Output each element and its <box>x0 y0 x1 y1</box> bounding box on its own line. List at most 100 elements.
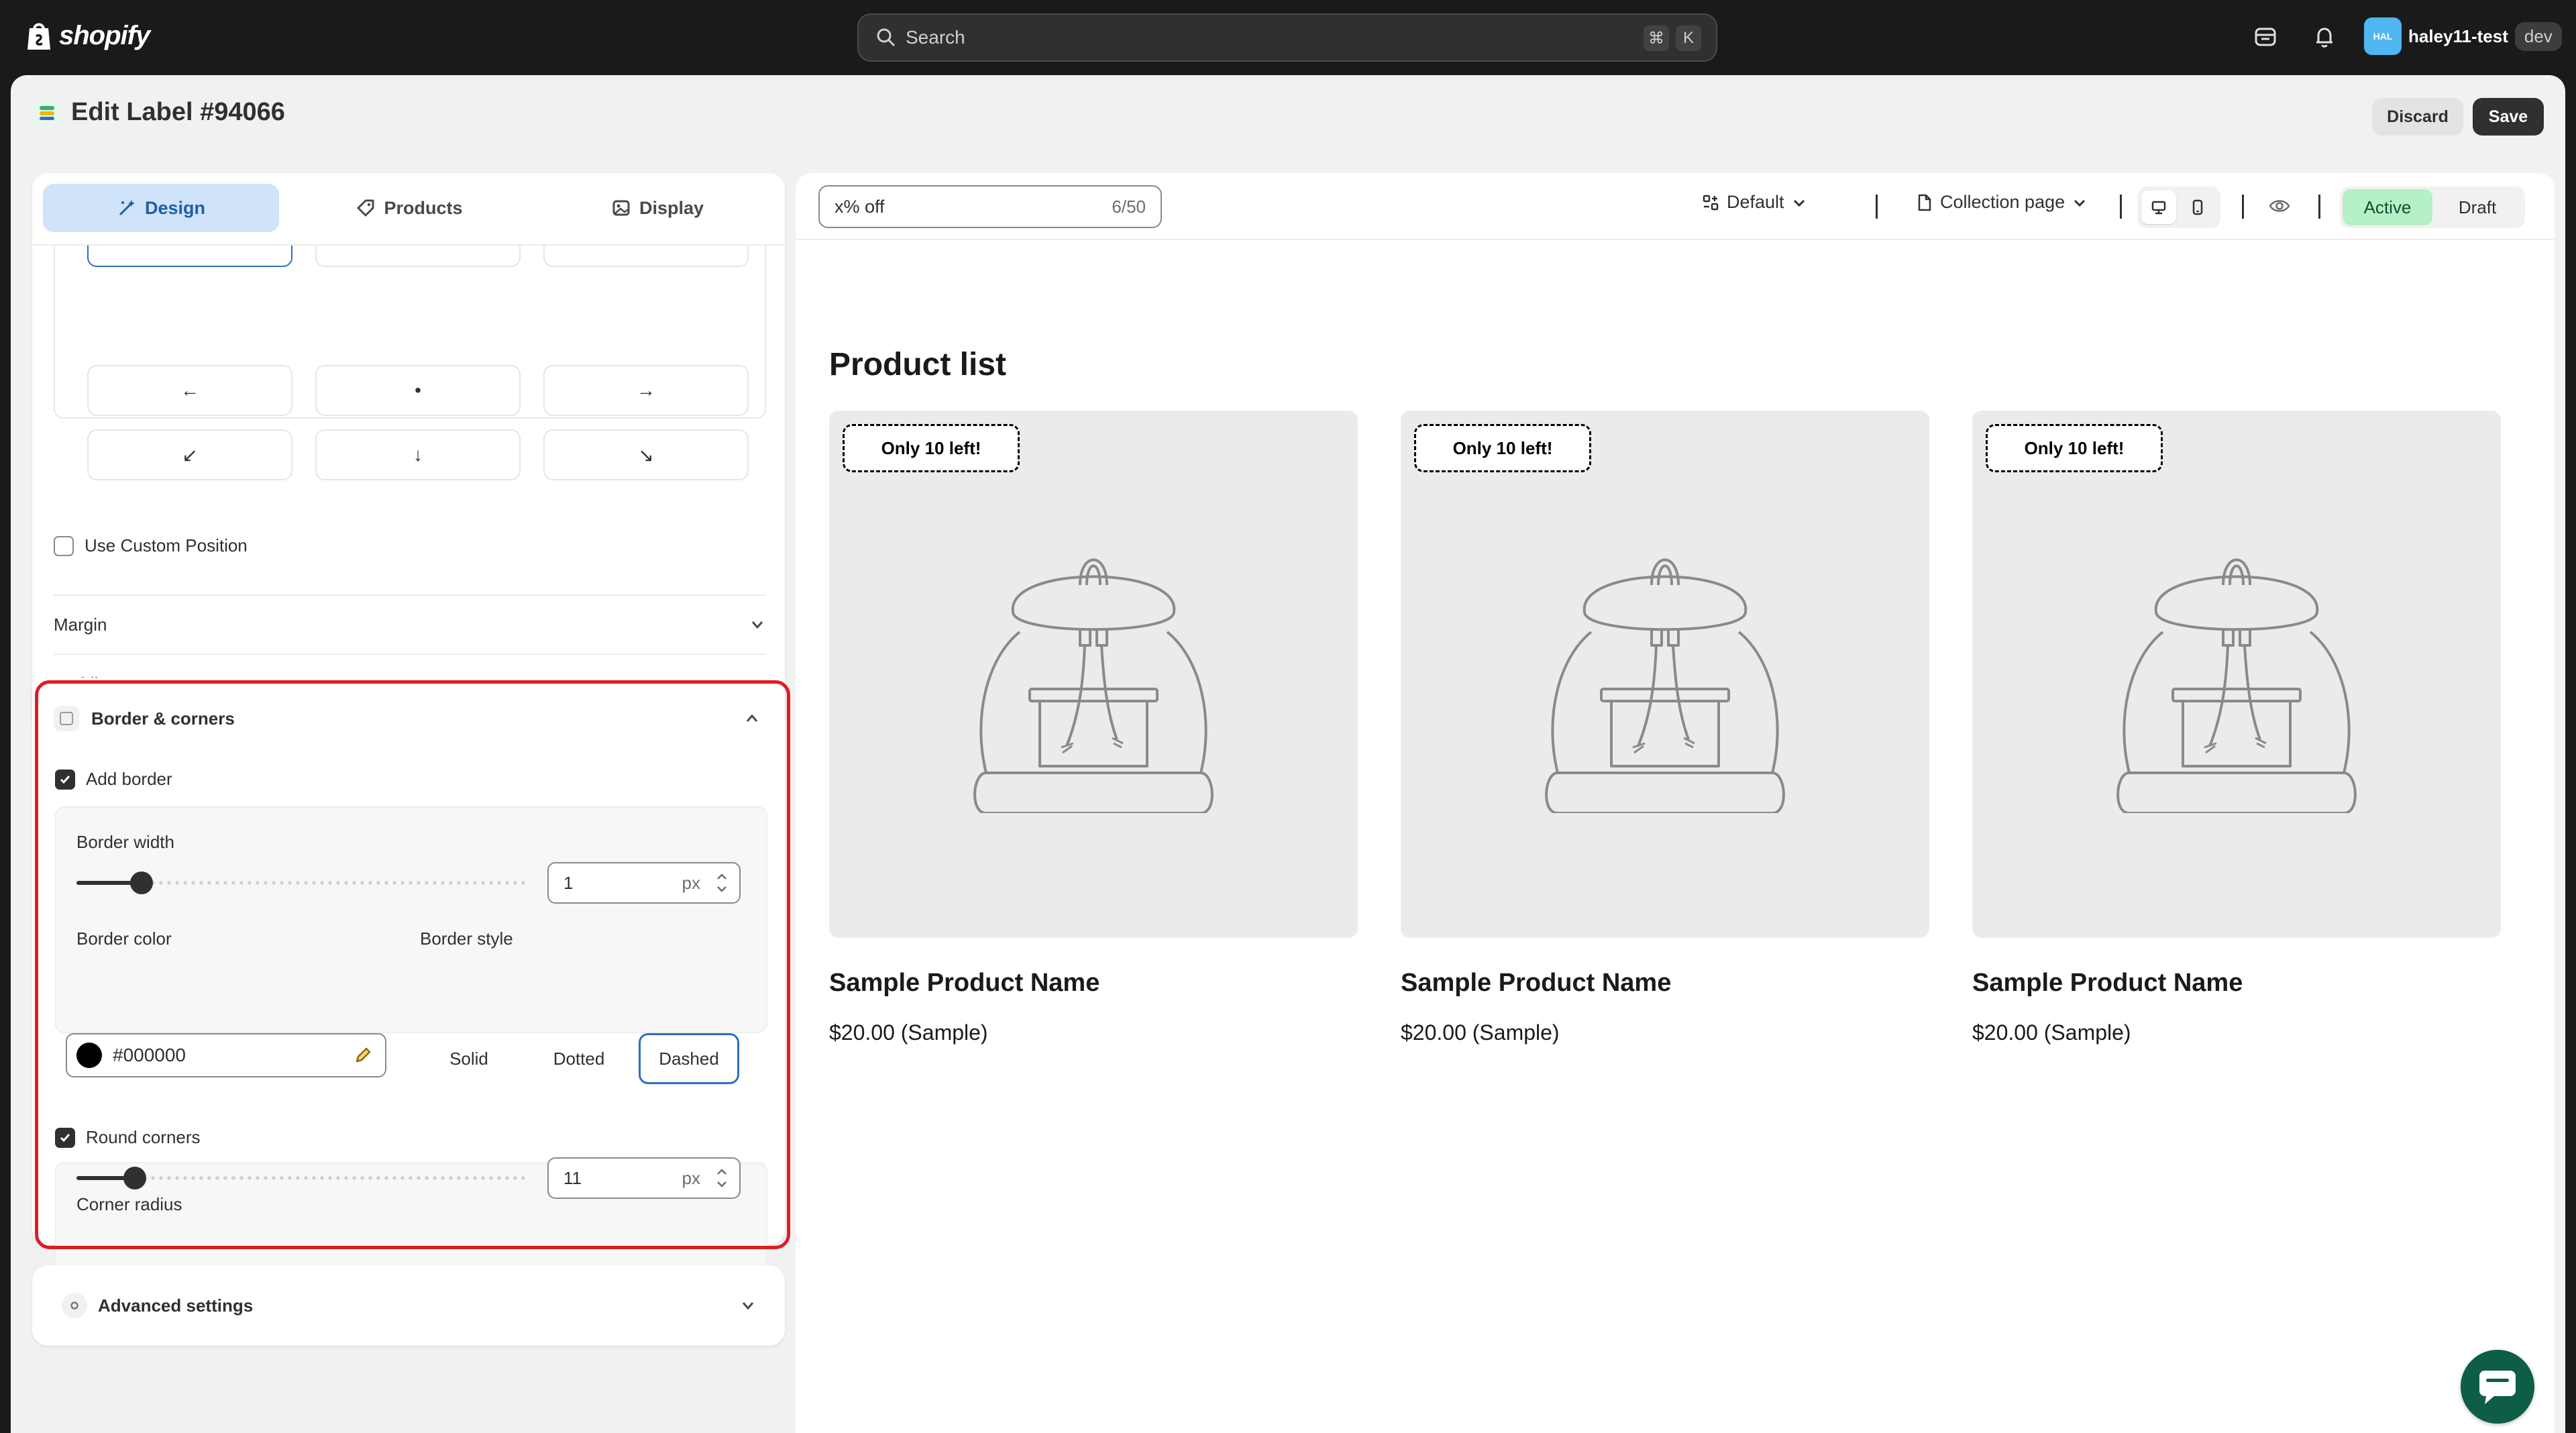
tab-display[interactable]: Display <box>539 184 775 232</box>
gear-icon <box>62 1293 87 1318</box>
separator <box>1876 195 1878 219</box>
chevron-down-icon <box>751 621 763 629</box>
top-bar: shopify Search ⌘ K HAL haley11-test dev <box>0 0 2576 75</box>
position-bottom-center-button[interactable]: ↓ <box>315 429 521 480</box>
use-custom-position-checkbox[interactable] <box>54 535 74 556</box>
corner-radius-label: Corner radius <box>76 1194 182 1214</box>
tab-products[interactable]: Products <box>291 184 527 232</box>
add-border-checkbox[interactable] <box>55 769 75 790</box>
bell-icon[interactable] <box>2312 24 2337 50</box>
label-text-input[interactable]: x% off 6/50 <box>818 185 1162 228</box>
page-type-dropdown-label: Collection page <box>1940 192 2065 212</box>
border-style-label: Border style <box>420 928 513 949</box>
product-card[interactable]: Only 10 left! Sample Product Name $20.00… <box>1401 411 1929 1045</box>
shortcut-k-key: K <box>1676 25 1701 51</box>
border-section-icon <box>54 706 79 731</box>
desktop-icon[interactable] <box>2141 191 2176 224</box>
margin-accordion[interactable]: Margin <box>54 596 766 653</box>
stepper-icon[interactable] <box>710 867 734 899</box>
search-bar[interactable]: Search ⌘ K <box>857 13 1717 62</box>
border-width-slider-thumb[interactable] <box>130 871 153 894</box>
product-card[interactable]: Only 10 left! Sample Product Name $20.00… <box>829 411 1358 1045</box>
product-label-badge: Only 10 left! <box>1414 424 1591 472</box>
product-image: Only 10 left! <box>1401 411 1929 938</box>
pencil-icon[interactable] <box>353 1045 373 1065</box>
position-bottom-left-button[interactable]: ↙ <box>87 429 292 480</box>
corner-radius-input[interactable]: 11 px <box>547 1157 741 1199</box>
position-middle-left-button[interactable]: ← <box>87 365 292 416</box>
border-style-dashed-button[interactable]: Dashed <box>639 1033 739 1084</box>
color-swatch[interactable] <box>76 1043 102 1068</box>
product-image: Only 10 left! <box>1972 411 2501 938</box>
checkmark-icon <box>60 775 70 784</box>
border-corners-title: Border & corners <box>91 708 235 729</box>
tab-design[interactable]: Design <box>43 184 279 232</box>
product-price: $20.00 (Sample) <box>1401 1020 1560 1045</box>
label-text-value: x% off <box>835 196 885 217</box>
round-corners-option[interactable]: Round corners <box>55 1127 201 1148</box>
product-name[interactable]: Sample Product Name <box>1972 969 2501 998</box>
separator <box>2242 195 2244 219</box>
status-active-button[interactable]: Active <box>2343 189 2432 225</box>
chevron-down-icon <box>1793 199 1805 207</box>
backpack-icon <box>973 558 1214 813</box>
template-icon <box>1703 195 1719 210</box>
shortcut-cmd-key: ⌘ <box>1644 25 1669 51</box>
add-border-option[interactable]: Add border <box>55 769 172 790</box>
device-toggle <box>2137 187 2220 228</box>
eye-icon[interactable] <box>2269 197 2290 215</box>
product-price: $20.00 (Sample) <box>1972 1020 2131 1045</box>
position-center-button[interactable]: • <box>315 365 521 416</box>
user-name: haley11-test <box>2408 25 2508 46</box>
stepper-icon[interactable] <box>710 1162 734 1194</box>
template-dropdown[interactable]: Default <box>1701 192 1807 213</box>
advanced-settings-accordion[interactable]: Advanced settings <box>32 1265 785 1346</box>
border-color-input[interactable]: #000000 <box>66 1033 386 1077</box>
position-bottom-right-button[interactable]: ↘ <box>543 429 749 480</box>
tag-icon <box>357 199 374 217</box>
shopify-bag-icon <box>28 23 50 50</box>
round-corners-label: Round corners <box>86 1127 201 1147</box>
env-badge: dev <box>2514 21 2562 51</box>
product-card[interactable]: Only 10 left! Sample Product Name $20.00… <box>1972 411 2501 1045</box>
border-width-label: Border width <box>76 832 174 852</box>
discard-button[interactable]: Discard <box>2372 98 2463 136</box>
shopify-logo[interactable]: shopify <box>25 20 150 51</box>
checkmark-icon <box>60 1133 70 1142</box>
chat-button[interactable] <box>2461 1350 2534 1424</box>
product-name[interactable]: Sample Product Name <box>829 969 1358 998</box>
status-draft-button[interactable]: Draft <box>2432 189 2522 225</box>
user-menu[interactable]: HAL haley11-test dev <box>2364 17 2562 55</box>
backpack-icon <box>2116 558 2357 813</box>
settings-tabs: Design Products Display <box>32 173 785 246</box>
page-type-dropdown[interactable]: Collection page <box>1915 192 2088 213</box>
custom-position-option[interactable]: Use Custom Position <box>54 535 248 556</box>
separator <box>2318 195 2320 219</box>
corner-radius-slider-thumb[interactable] <box>123 1167 146 1189</box>
border-width-value: 1 <box>564 872 574 893</box>
magic-icon <box>119 200 135 216</box>
border-color-label: Border color <box>76 928 172 949</box>
main-canvas: Edit Label #94066 Discard Save Design Pr… <box>11 75 2565 1433</box>
border-style-dotted-button[interactable]: Dotted <box>529 1033 629 1084</box>
product-name[interactable]: Sample Product Name <box>1401 969 1929 998</box>
mobile-icon[interactable] <box>2180 191 2215 224</box>
store-icon[interactable] <box>2253 24 2278 50</box>
search-icon <box>877 28 896 47</box>
border-corners-header[interactable]: Border & corners <box>54 706 235 731</box>
border-width-input[interactable]: 1 px <box>547 862 741 904</box>
page-title: Edit Label #94066 <box>71 98 285 126</box>
tab-products-label: Products <box>384 197 463 218</box>
tab-display-label: Display <box>639 197 704 218</box>
use-custom-position-label: Use Custom Position <box>85 535 248 555</box>
border-style-solid-button[interactable]: Solid <box>419 1033 519 1084</box>
preview-toolbar: x% off 6/50 Default Collection page Acti… <box>796 173 2555 240</box>
chevron-up-icon[interactable] <box>743 710 761 727</box>
product-price: $20.00 (Sample) <box>829 1020 988 1045</box>
margin-label: Margin <box>54 614 107 635</box>
position-middle-right-button[interactable]: → <box>543 365 749 416</box>
round-corners-checkbox[interactable] <box>55 1127 75 1148</box>
save-button[interactable]: Save <box>2473 98 2544 136</box>
status-toggle: Active Draft <box>2340 187 2525 228</box>
separator <box>2120 195 2122 219</box>
